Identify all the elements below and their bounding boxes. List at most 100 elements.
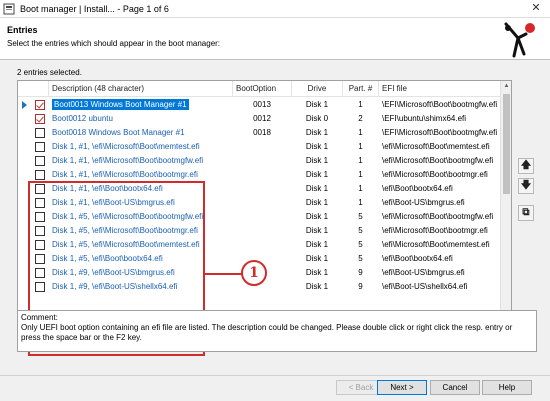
entry-checkbox[interactable]	[35, 142, 45, 152]
cell-drive: Disk 1	[292, 168, 342, 182]
table-row[interactable]: Disk 1, #1, \efi\Microsoft\Boot\memtest.…	[18, 140, 501, 154]
cell-drive: Disk 1	[292, 210, 342, 224]
close-icon[interactable]: ✕	[522, 0, 550, 17]
entry-checkbox[interactable]	[35, 128, 45, 138]
cancel-button[interactable]: Cancel	[430, 380, 480, 395]
scroll-up-icon[interactable]: ▲	[501, 81, 511, 92]
wizard-header: Entries Select the entries which should …	[0, 18, 550, 58]
cell-drive-text: Disk 1	[305, 128, 329, 137]
cell-partition: 1	[343, 154, 378, 168]
scroll-thumb[interactable]	[503, 94, 510, 194]
cell-partition: 5	[343, 252, 378, 266]
cell-drive-text: Disk 1	[305, 170, 329, 179]
callout-badge: 1	[241, 260, 267, 286]
cell-partition: 1	[343, 168, 378, 182]
comment-label: Comment:	[21, 313, 58, 322]
cell-efi-file: \EFI\Microsoft\Boot\bootmgfw.efi	[379, 98, 501, 112]
column-efi-file[interactable]: EFI file	[379, 81, 501, 97]
table-row[interactable]: Disk 1, #1, \efi\Microsoft\Boot\bootmgfw…	[18, 154, 501, 168]
cell-efi-file: \efi\Microsoft\Boot\bootmgfw.efi	[379, 210, 501, 224]
entry-checkbox[interactable]	[35, 170, 45, 180]
cell-drive-text: Disk 1	[305, 212, 329, 221]
cell-drive: Disk 1	[292, 224, 342, 238]
cell-drive-text: Disk 0	[305, 114, 329, 123]
move-down-icon[interactable]: 🡇	[518, 178, 534, 194]
cell-partition-text: 5	[358, 226, 363, 235]
cell-partition-text: 1	[358, 128, 363, 137]
cell-efi-file-text: \efi\Microsoft\Boot\bootmgfw.efi	[382, 212, 494, 221]
cell-efi-file-text: \efi\Boot-US\bmgrus.efi	[382, 268, 465, 277]
cell-partition-text: 1	[358, 184, 363, 193]
cell-efi-file-text: \efi\Microsoft\Boot\bootmgr.efi	[382, 170, 488, 179]
table-row[interactable]: Disk 1, #1, \efi\Microsoft\Boot\bootmgr.…	[18, 168, 501, 182]
row-pointer-icon	[22, 101, 27, 109]
cell-bootoption: 0018	[233, 126, 291, 140]
vertical-scrollbar[interactable]: ▲ ▼	[500, 81, 511, 349]
cell-drive-text: Disk 1	[305, 240, 329, 249]
cell-description: Disk 1, #1, \efi\Microsoft\Boot\bootmgfw…	[49, 154, 232, 168]
cell-efi-file-text: \efi\Microsoft\Boot\memtest.efi	[382, 142, 490, 151]
cell-bootoption-text: 0018	[253, 128, 271, 137]
footer-divider	[0, 375, 550, 376]
cell-partition-text: 1	[358, 156, 363, 165]
cell-drive: Disk 1	[292, 140, 342, 154]
entry-checkbox[interactable]	[35, 156, 45, 166]
page-subtitle: Select the entries which should appear i…	[7, 39, 221, 48]
cell-partition-text: 9	[358, 268, 363, 277]
cell-drive-text: Disk 1	[305, 282, 329, 291]
column-description[interactable]: Description (48 character)	[49, 81, 233, 97]
column-bootoption[interactable]: BootOption	[233, 81, 292, 97]
cell-partition: 1	[343, 126, 378, 140]
next-button[interactable]: Next >	[377, 380, 427, 395]
cell-partition: 1	[343, 140, 378, 154]
cell-description-text: Disk 1, #1, \efi\Microsoft\Boot\bootmgr.…	[52, 170, 198, 179]
cell-bootoption	[233, 154, 291, 168]
cell-drive-text: Disk 1	[305, 156, 329, 165]
cell-partition: 5	[343, 238, 378, 252]
cell-partition: 2	[343, 112, 378, 126]
cell-drive: Disk 1	[292, 98, 342, 112]
table-row[interactable]: Boot0018 Windows Boot Manager #1 0018 Disk…	[18, 126, 501, 140]
cell-partition-text: 1	[358, 198, 363, 207]
entry-checkbox[interactable]	[35, 100, 45, 110]
cell-description-text: Disk 1, #1, \efi\Microsoft\Boot\memtest.…	[52, 142, 200, 151]
cell-drive: Disk 1	[292, 182, 342, 196]
cell-bootoption-text: 0013	[253, 100, 271, 109]
cell-bootoption	[233, 238, 291, 252]
cell-drive-text: Disk 1	[305, 198, 329, 207]
copy-entry-icon[interactable]: ⧉	[518, 205, 534, 221]
cell-drive: Disk 1	[292, 196, 342, 210]
cell-efi-file-text: \efi\Boot-US\bmgrus.efi	[382, 198, 465, 207]
cell-drive-text: Disk 1	[305, 100, 329, 109]
cell-bootoption	[233, 168, 291, 182]
comment-text: Only UEFI boot option containing an efi …	[21, 323, 513, 342]
cell-efi-file: \EFI\ubuntu\shimx64.efi	[379, 112, 501, 126]
cell-description-text: Boot0018 Windows Boot Manager #1	[52, 128, 185, 137]
column-partition[interactable]: Part. #	[343, 81, 379, 97]
table-row[interactable]: Boot0013 Windows Boot Manager #1 0013 Disk…	[18, 98, 501, 112]
cell-efi-file-text: \EFI\Microsoft\Boot\bootmgfw.efi	[382, 128, 498, 137]
cell-partition-text: 5	[358, 254, 363, 263]
column-drive[interactable]: Drive	[292, 81, 343, 97]
cell-description: Boot0012 ubuntu	[49, 112, 232, 126]
help-button[interactable]: Help	[482, 380, 532, 395]
cell-drive: Disk 1	[292, 266, 342, 280]
cell-bootoption-text: 0012	[253, 114, 271, 123]
cell-description: Disk 1, #1, \efi\Microsoft\Boot\bootmgr.…	[49, 168, 232, 182]
cell-efi-file-text: \efi\Microsoft\Boot\bootmgfw.efi	[382, 156, 494, 165]
move-up-icon[interactable]: 🡅	[518, 158, 534, 174]
cell-partition: 1	[343, 98, 378, 112]
cell-partition-text: 1	[358, 170, 363, 179]
app-logo-icon	[504, 22, 535, 58]
callout-connector	[205, 273, 243, 275]
cell-partition: 5	[343, 210, 378, 224]
cell-efi-file: \efi\Microsoft\Boot\bootmgr.efi	[379, 224, 501, 238]
cell-description: Boot0013 Windows Boot Manager #1	[49, 98, 232, 112]
cell-description: Disk 1, #1, \efi\Microsoft\Boot\memtest.…	[49, 140, 232, 154]
main-panel: 2 entries selected. Description (48 char…	[0, 60, 550, 401]
cell-drive: Disk 1	[292, 280, 342, 294]
cell-drive-text: Disk 1	[305, 254, 329, 263]
entry-checkbox[interactable]	[35, 114, 45, 124]
table-row[interactable]: Boot0012 ubuntu 0012 Disk 0 2 \EFI\ubuntu\sh…	[18, 112, 501, 126]
cell-efi-file-text: \efi\Microsoft\Boot\memtest.efi	[382, 240, 490, 249]
